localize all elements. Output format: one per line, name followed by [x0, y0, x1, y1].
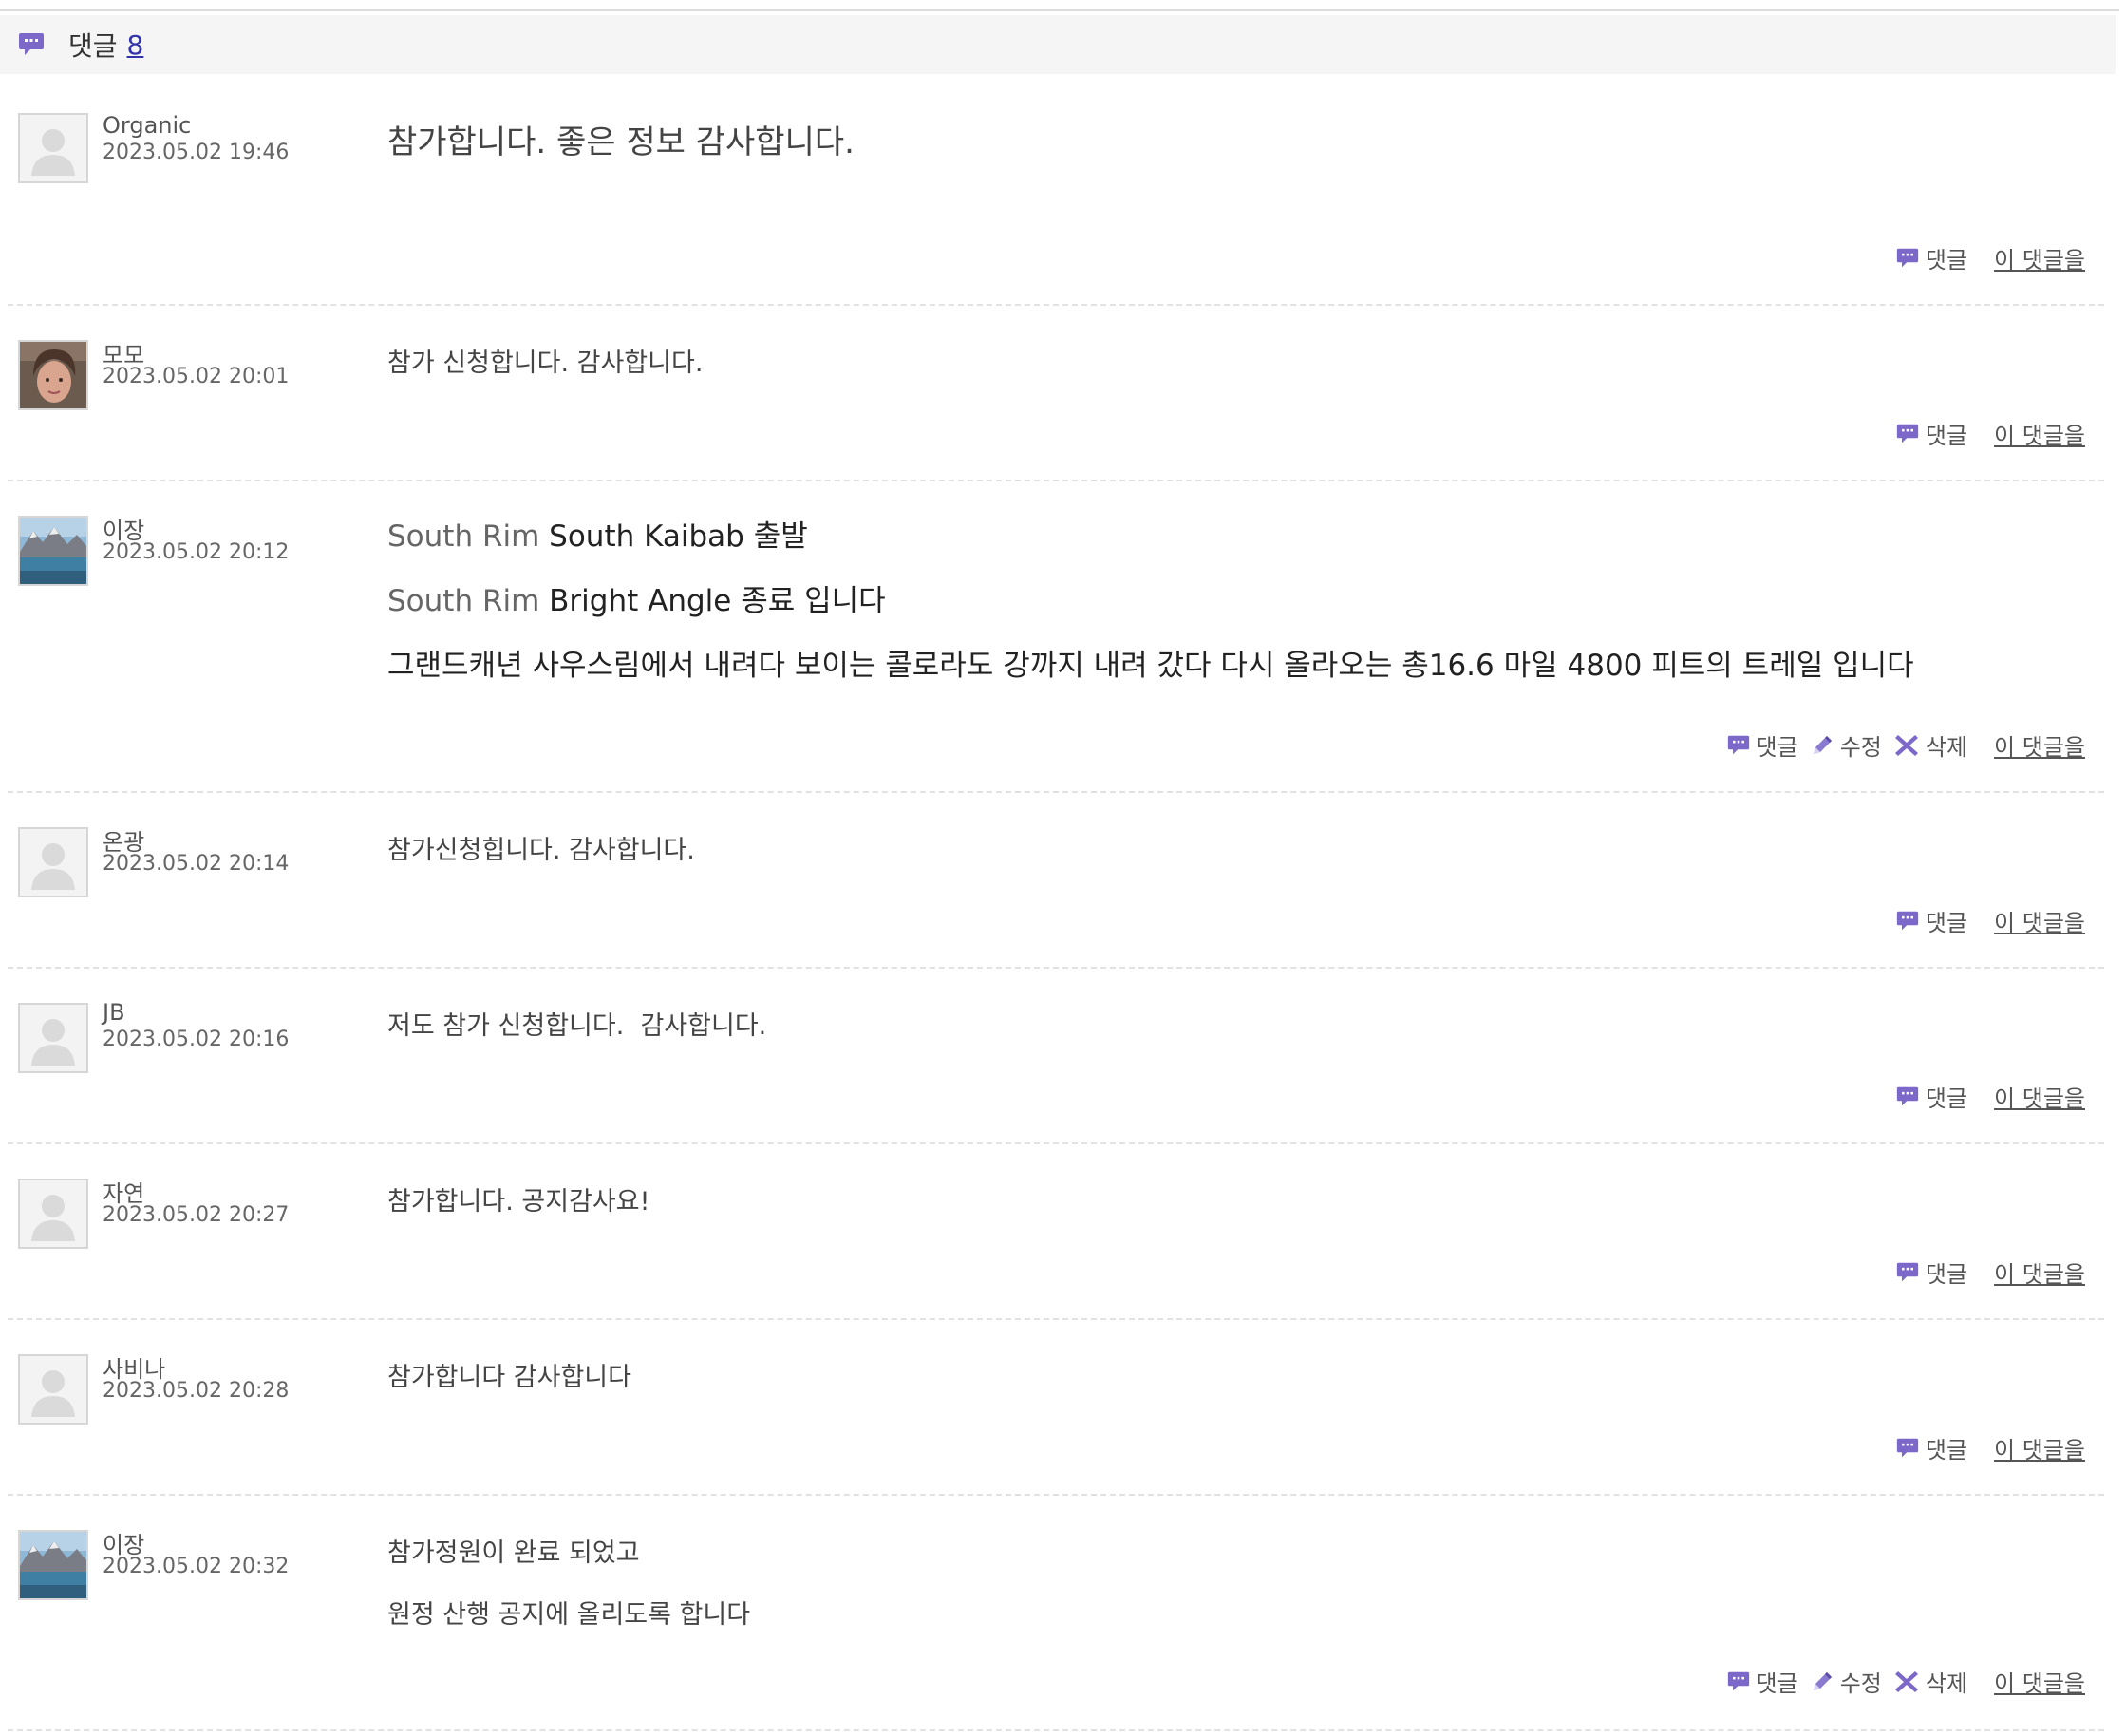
- comment-text: 참가 신청합니다. 감사합니다.: [387, 349, 704, 378]
- comment-body: 저도 참가 신청합니다. 감사합니다.: [387, 1005, 2078, 1042]
- comment-bubble-icon: [1726, 734, 1751, 757]
- comment-body: 참가신청힙니다. 감사합니다.: [387, 829, 2078, 866]
- comment-actions: 댓글 이 댓글을: [1884, 417, 2085, 450]
- comment-date: 2023.05.02 20:12: [103, 540, 290, 564]
- comment-body: 참가 신청합니다. 감사합니다.: [387, 342, 2078, 379]
- comment-item: 모모 2023.05.02 20:01 참가 신청합니다. 감사합니다. 댓글 …: [8, 306, 2104, 481]
- comment-bubble-icon: [1895, 910, 1920, 933]
- comment-text: 저도 참가 신청합니다. 감사합니다.: [387, 1011, 767, 1041]
- comment-item: 온광 2023.05.02 20:14 참가신청힙니다. 감사합니다. 댓글 이…: [8, 793, 2104, 969]
- comment-item: 이장 2023.05.02 20:12 South Rim South Kaib…: [8, 481, 2104, 793]
- comment-date: 2023.05.02 19:46: [103, 141, 290, 164]
- profile-photo-icon: [20, 342, 86, 408]
- reply-button[interactable]: 댓글: [1895, 241, 1967, 274]
- avatar[interactable]: [18, 1003, 88, 1073]
- avatar[interactable]: [18, 827, 88, 897]
- comment-item: Organic 2023.05.02 19:46 참가합니다. 좋은 정보 감사…: [8, 74, 2104, 306]
- comment-body: 참가합니다 감사합니다: [387, 1356, 2078, 1393]
- comment-text: 참가합니다. 공지감사요!: [387, 1187, 650, 1217]
- reply-button[interactable]: 댓글: [1895, 417, 1967, 450]
- comment-bubble-icon: [1895, 1261, 1920, 1284]
- this-comment-link[interactable]: 이 댓글을: [1994, 417, 2085, 450]
- this-comment-link[interactable]: 이 댓글을: [1994, 1080, 2085, 1113]
- comment-bubble-icon: [1726, 1670, 1751, 1693]
- pencil-icon: [1810, 1670, 1834, 1694]
- delete-button[interactable]: 삭제: [1893, 728, 1967, 762]
- comment-text-line: 그랜드캐년 사우스림에서 내려다 보이는 콜로라도 강까지 내려 갔다 다시 올…: [387, 649, 1914, 683]
- comment-text-line: South Rim South Kaibab 출발: [387, 519, 808, 554]
- this-comment-link[interactable]: 이 댓글을: [1994, 241, 2085, 274]
- comment-text: 참가신청힙니다. 감사합니다.: [387, 836, 695, 865]
- comment-bubble-icon: [17, 31, 46, 58]
- comments-header: 댓글 8: [0, 15, 2116, 74]
- comment-actions: 댓글 이 댓글을: [1884, 241, 2085, 274]
- comment-body: 참가합니다. 공지감사요!: [387, 1180, 2078, 1217]
- edit-button[interactable]: 수정: [1810, 1665, 1882, 1698]
- comment-date: 2023.05.02 20:14: [103, 852, 290, 876]
- comment-body: 참가정원이 완료 되었고 원정 산행 공지에 올리도록 합니다: [387, 1532, 2078, 1631]
- reply-button[interactable]: 댓글: [1895, 1255, 1967, 1289]
- top-divider: [0, 9, 2119, 11]
- default-avatar-icon: [20, 1005, 86, 1071]
- comments-title: 댓글: [68, 30, 118, 62]
- comment-bubble-icon: [1895, 423, 1920, 445]
- comment-text-line: South Rim Bright Angle 종료 입니다: [387, 584, 886, 618]
- comment-body: South Rim South Kaibab 출발 South Rim Brig…: [387, 504, 2078, 698]
- comment-item: 자연 2023.05.02 20:27 참가합니다. 공지감사요! 댓글 이 댓…: [8, 1144, 2104, 1320]
- comment-text: 참가합니다. 좋은 정보 감사합니다.: [387, 123, 855, 161]
- comment-actions: 댓글 이 댓글을: [1884, 1255, 2085, 1289]
- this-comment-link[interactable]: 이 댓글을: [1994, 728, 2085, 762]
- comment-bubble-icon: [1895, 1437, 1920, 1460]
- reply-button[interactable]: 댓글: [1895, 1080, 1967, 1113]
- this-comment-link[interactable]: 이 댓글을: [1994, 1255, 2085, 1289]
- avatar[interactable]: [18, 1354, 88, 1425]
- profile-photo-icon: [20, 518, 86, 584]
- avatar[interactable]: [18, 113, 88, 183]
- delete-x-icon: [1893, 1669, 1920, 1695]
- reply-button[interactable]: 댓글: [1726, 728, 1798, 762]
- comment-bubble-icon: [1895, 1085, 1920, 1108]
- avatar[interactable]: [18, 340, 88, 410]
- reply-button[interactable]: 댓글: [1895, 1431, 1967, 1464]
- delete-button[interactable]: 삭제: [1893, 1665, 1967, 1698]
- comment-author[interactable]: Organic: [103, 112, 191, 139]
- comment-body: 참가합니다. 좋은 정보 감사합니다.: [387, 116, 2078, 162]
- comment-actions: 댓글 이 댓글을: [1884, 1080, 2085, 1113]
- comment-date: 2023.05.02 20:27: [103, 1203, 290, 1227]
- comment-date: 2023.05.02 20:32: [103, 1555, 290, 1578]
- comment-text-line: 원정 산행 공지에 올리도록 합니다: [387, 1600, 751, 1630]
- comment-text-line: 참가정원이 완료 되었고: [387, 1538, 640, 1568]
- comments-count-link[interactable]: 8: [127, 29, 144, 61]
- comments-section: 댓글 8 Organic 2023.05.02 19:46 참가합니다. 좋은 …: [0, 0, 2119, 1736]
- this-comment-link[interactable]: 이 댓글을: [1994, 1665, 2085, 1698]
- default-avatar-icon: [20, 829, 86, 896]
- comment-item: JB 2023.05.02 20:16 저도 참가 신청합니다. 감사합니다. …: [8, 969, 2104, 1144]
- comment-actions: 댓글 수정 삭제 이 댓글을: [1715, 728, 2085, 762]
- comment-bubble-icon: [1895, 247, 1920, 270]
- edit-button[interactable]: 수정: [1810, 728, 1882, 762]
- default-avatar-icon: [20, 115, 86, 181]
- this-comment-link[interactable]: 이 댓글을: [1994, 904, 2085, 937]
- comment-date: 2023.05.02 20:16: [103, 1028, 290, 1051]
- comment-author[interactable]: JB: [103, 999, 125, 1026]
- default-avatar-icon: [20, 1356, 86, 1423]
- this-comment-link[interactable]: 이 댓글을: [1994, 1431, 2085, 1464]
- avatar[interactable]: [18, 1530, 88, 1600]
- profile-photo-icon: [20, 1532, 86, 1598]
- comment-actions: 댓글 이 댓글을: [1884, 1431, 2085, 1464]
- avatar[interactable]: [18, 516, 88, 586]
- comment-date: 2023.05.02 20:28: [103, 1379, 290, 1403]
- comment-actions: 댓글 수정 삭제 이 댓글을: [1715, 1665, 2085, 1698]
- reply-button[interactable]: 댓글: [1726, 1665, 1798, 1698]
- delete-x-icon: [1893, 732, 1920, 759]
- reply-button[interactable]: 댓글: [1895, 904, 1967, 937]
- pencil-icon: [1810, 733, 1834, 758]
- comment-item: 사비나 2023.05.02 20:28 참가합니다 감사합니다 댓글 이 댓글…: [8, 1320, 2104, 1496]
- avatar[interactable]: [18, 1179, 88, 1249]
- comment-item: 이장 2023.05.02 20:32 참가정원이 완료 되었고 원정 산행 공…: [8, 1496, 2104, 1731]
- default-avatar-icon: [20, 1180, 86, 1247]
- comment-text: 참가합니다 감사합니다: [387, 1363, 631, 1392]
- comment-actions: 댓글 이 댓글을: [1884, 904, 2085, 937]
- comment-date: 2023.05.02 20:01: [103, 365, 290, 388]
